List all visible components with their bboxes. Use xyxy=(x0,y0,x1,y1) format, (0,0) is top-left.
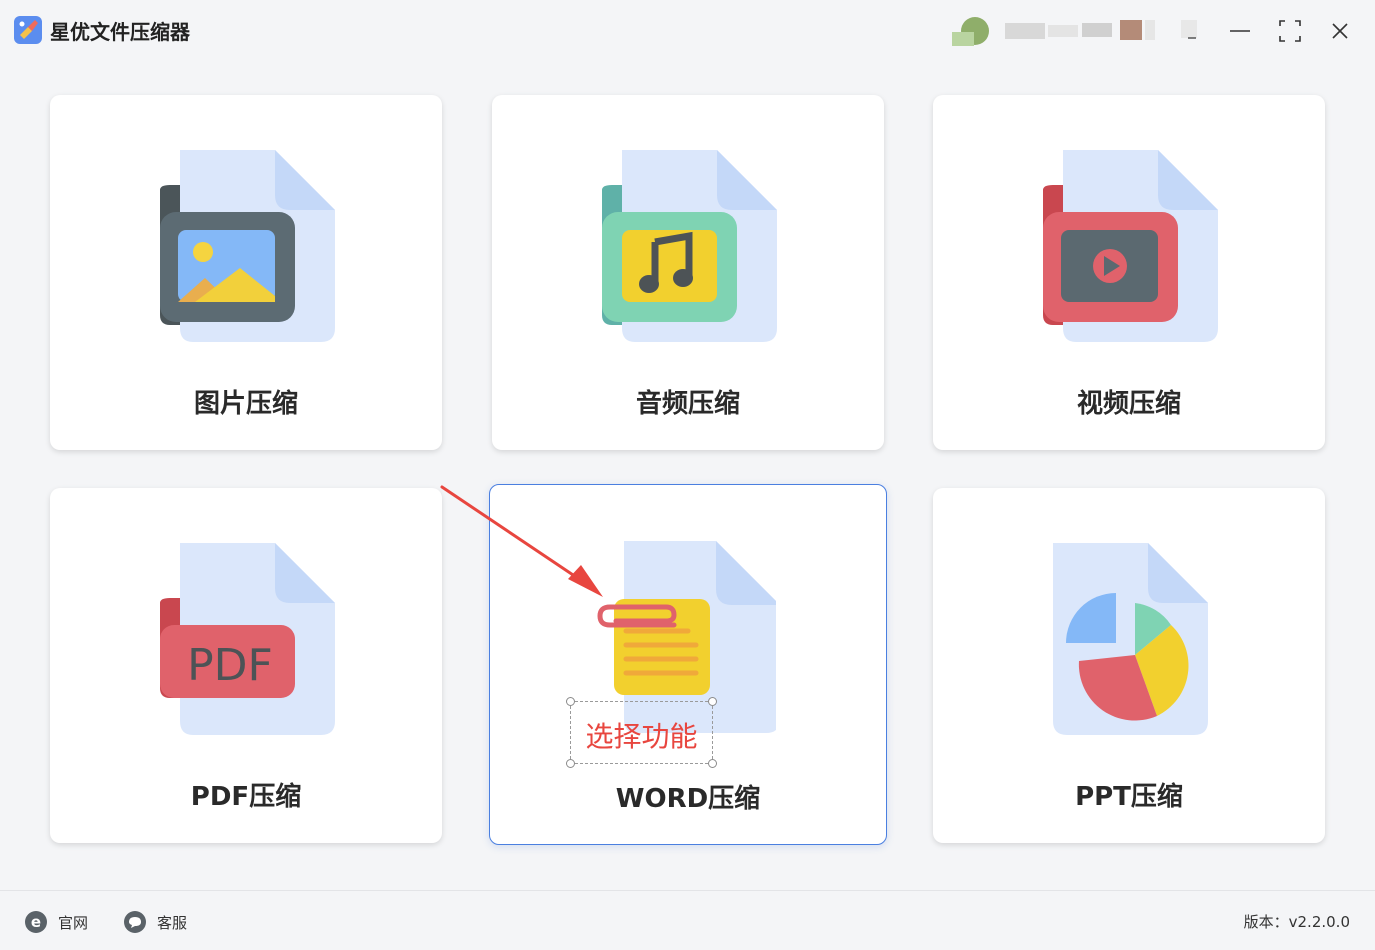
app-logo-icon xyxy=(14,16,42,44)
resize-handle xyxy=(566,759,575,768)
card-ppt-compress[interactable]: PPT压缩 xyxy=(933,488,1325,843)
image-file-icon xyxy=(160,150,335,342)
video-file-icon xyxy=(1043,150,1218,342)
title-bar: 星优文件压缩器 xyxy=(0,0,1375,62)
user-avatar-blurred[interactable] xyxy=(950,14,1165,48)
official-site-link[interactable]: e 官网 xyxy=(24,909,88,935)
resize-handle xyxy=(708,697,717,706)
card-label: PPT压缩 xyxy=(1075,782,1183,812)
annotation-callout: 选择功能 xyxy=(566,697,717,768)
maximize-icon[interactable] xyxy=(1274,16,1306,46)
card-label: PDF压缩 xyxy=(190,782,302,812)
chat-bubble-icon xyxy=(124,911,146,933)
customer-service-link[interactable]: 客服 xyxy=(123,909,187,935)
footer: e 官网 客服 版本：v2.2.0.0 xyxy=(0,890,1375,950)
card-pdf-compress[interactable]: PDF PDF压缩 xyxy=(50,488,442,843)
callout-text: 选择功能 xyxy=(585,720,698,753)
app-title: 星优文件压缩器 xyxy=(50,20,190,44)
close-icon[interactable] xyxy=(1324,16,1356,46)
resize-handle xyxy=(708,759,717,768)
card-audio-compress[interactable]: 音频压缩 xyxy=(492,95,884,450)
browser-e-icon: e xyxy=(25,911,47,933)
svg-text:e: e xyxy=(31,913,41,931)
card-video-compress[interactable]: 视频压缩 xyxy=(933,95,1325,450)
pdf-file-icon: PDF xyxy=(160,543,335,735)
card-word-compress[interactable]: WORD压缩 xyxy=(489,484,887,845)
minimize-icon[interactable] xyxy=(1224,16,1256,46)
resize-handle xyxy=(566,697,575,706)
audio-file-icon xyxy=(602,150,777,342)
svg-text:PDF: PDF xyxy=(187,640,273,691)
card-label: 图片压缩 xyxy=(193,389,298,419)
card-label: WORD压缩 xyxy=(615,784,761,814)
version-text: 版本：v2.2.0.0 xyxy=(1243,913,1350,931)
customer-service-label: 客服 xyxy=(157,913,188,932)
card-label: 视频压缩 xyxy=(1076,389,1181,419)
card-image-compress[interactable]: 图片压缩 xyxy=(50,95,442,450)
card-label: 音频压缩 xyxy=(635,389,740,419)
ppt-file-icon xyxy=(1053,543,1208,735)
official-site-label: 官网 xyxy=(58,913,89,932)
menu-icon[interactable] xyxy=(1175,16,1207,46)
